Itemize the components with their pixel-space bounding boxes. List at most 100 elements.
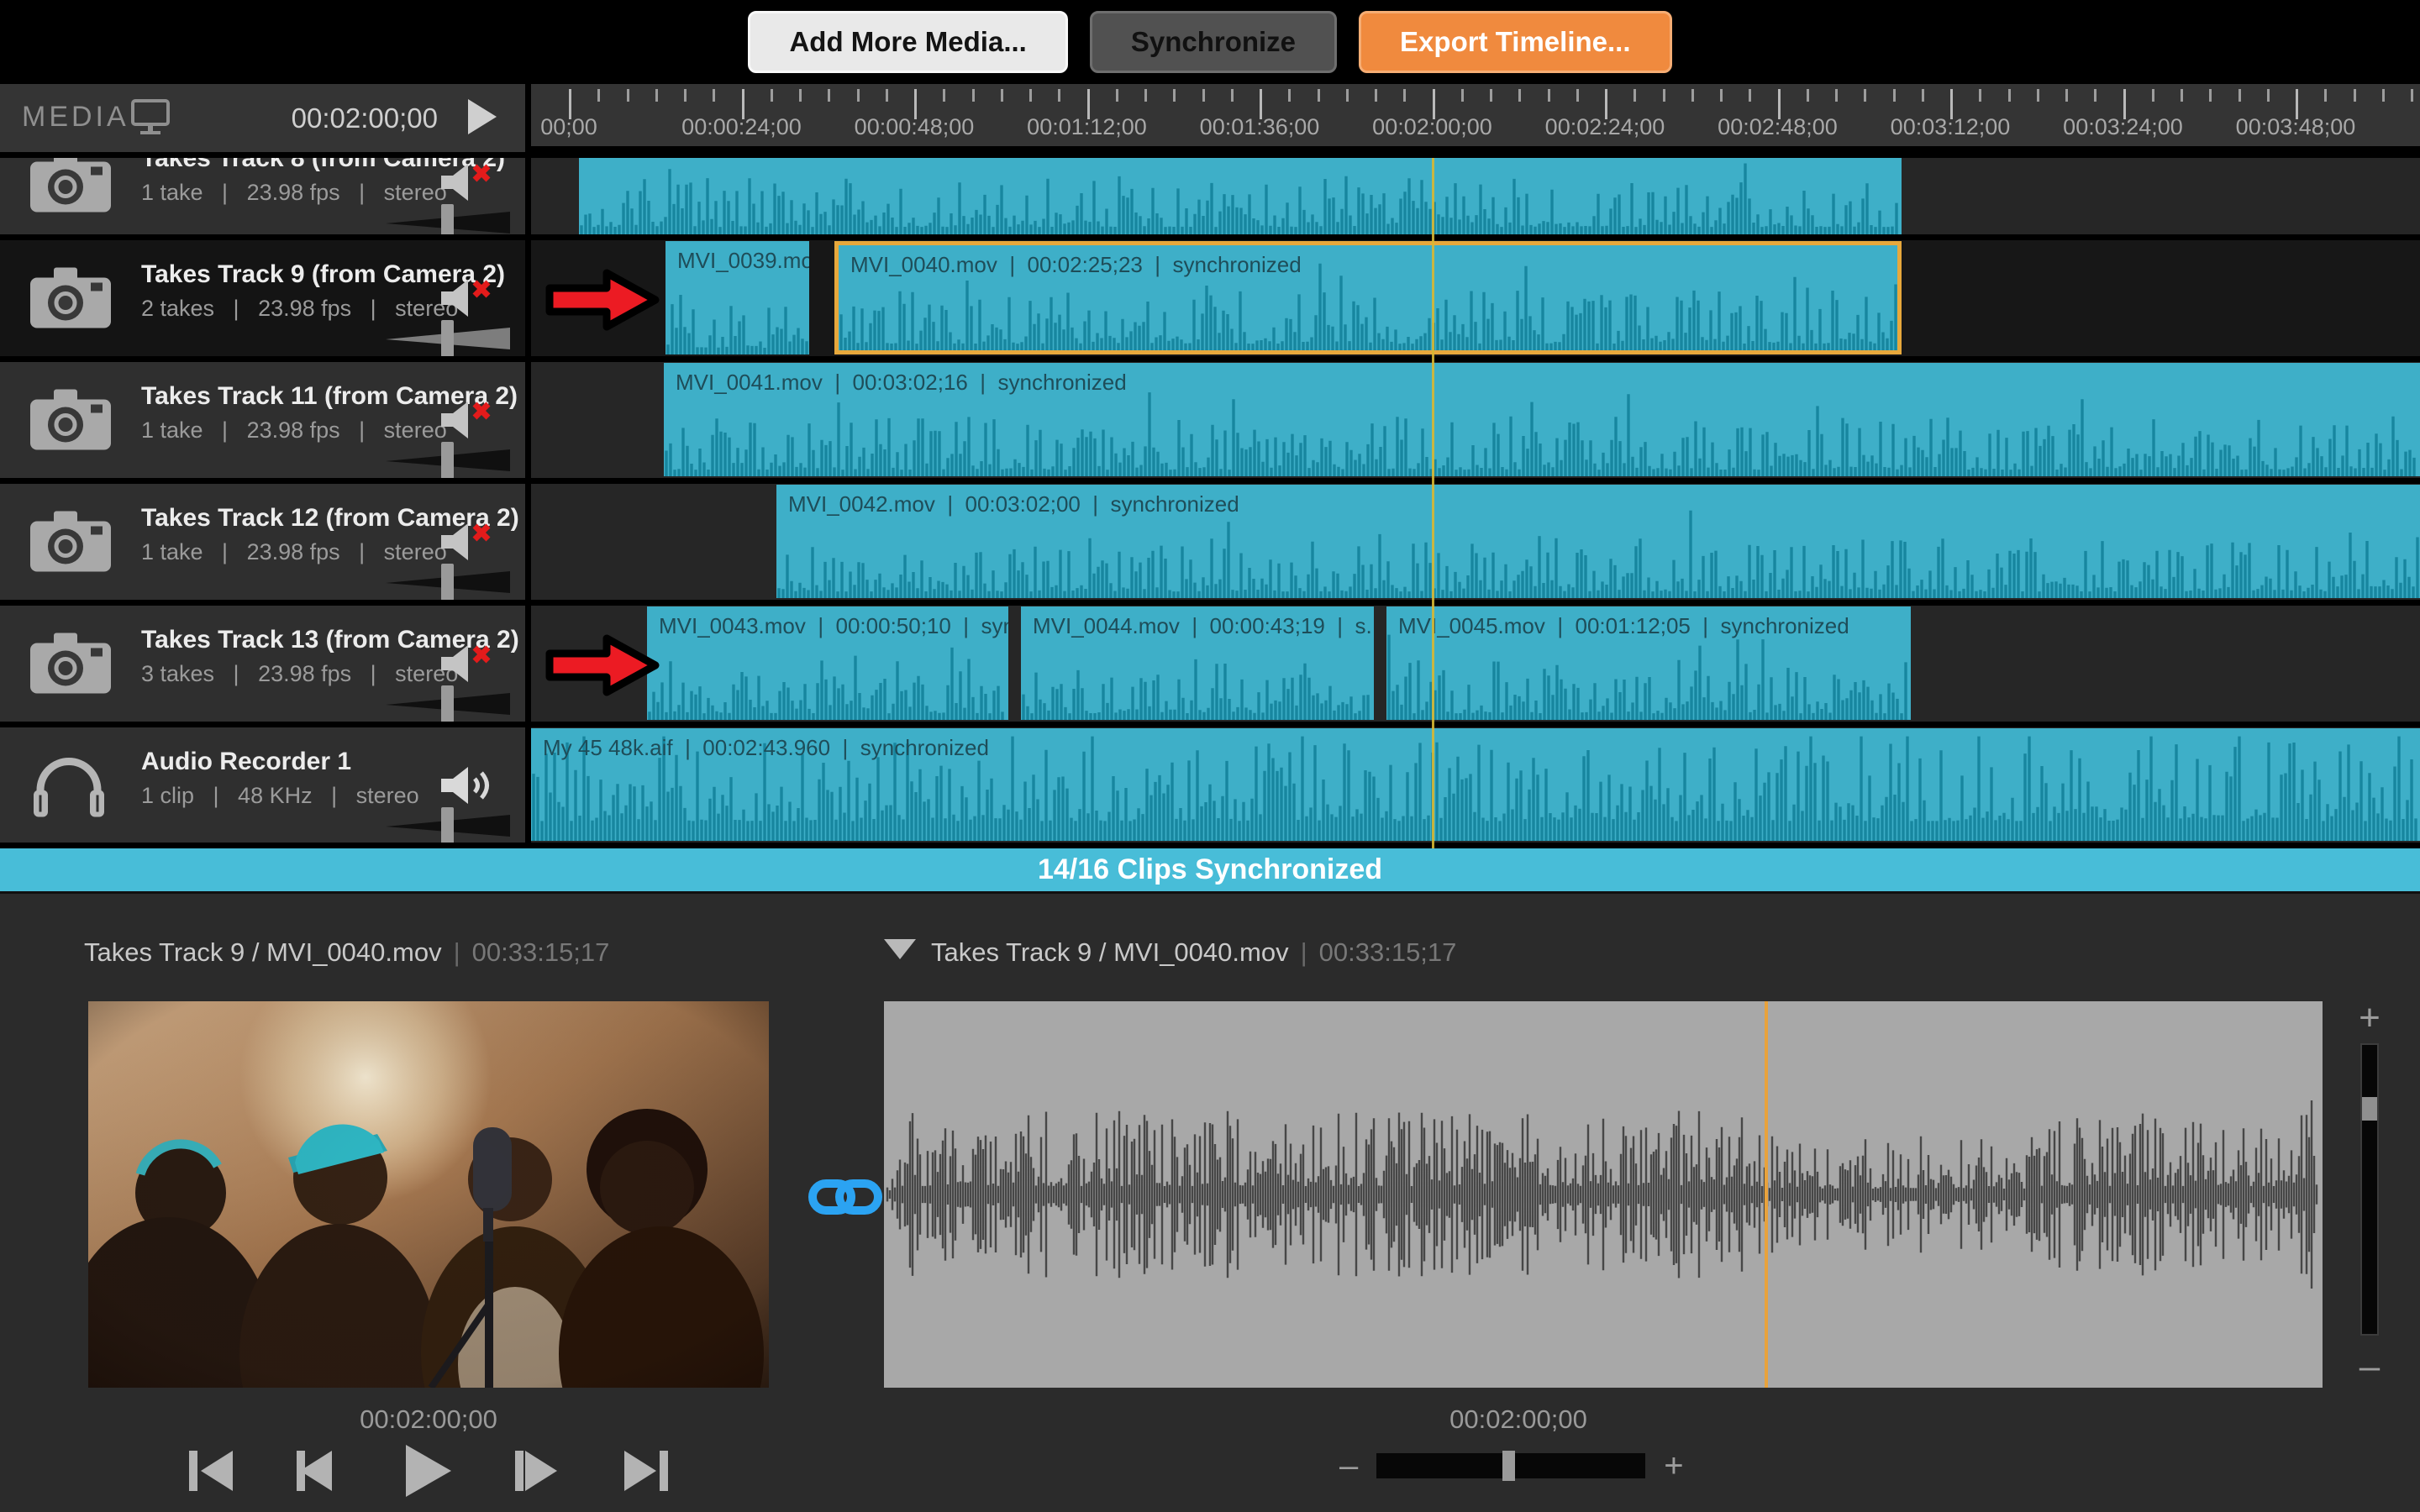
timeline-clip[interactable]: MVI_0041.mov | 00:03:02;16 | synchronize… [664,363,2420,476]
timeline-clip[interactable]: MVI_0044.mov | 00:00:43;19 | s... [1021,606,1374,720]
zoom-out-button[interactable]: – [1339,1447,1358,1485]
ruler-label: 00:02:48;00 [1718,114,1838,140]
waveform-playhead[interactable] [1765,1001,1768,1388]
vertical-zoom-handle[interactable] [2362,1097,2377,1121]
ruler-tick [1029,89,1032,102]
track-lane[interactable]: My 45 48k.aif | 00:02:43.960 | synchroni… [531,727,2420,843]
sync-status-text: 14/16 Clips Synchronized [1038,853,1382,886]
volume-handle[interactable] [441,685,454,722]
track-lane[interactable] [531,158,2420,234]
mute-icon[interactable] [439,766,507,805]
volume-handle[interactable] [441,564,454,600]
track-details: 3 takes | 23.98 fps | stereo [141,661,458,687]
volume-slider[interactable] [386,204,510,234]
ruler-tick [828,89,830,102]
ruler-tick [1576,89,1579,102]
ruler-tick [1058,89,1060,102]
add-more-media-button[interactable]: Add More Media... [748,11,1067,73]
ruler-tick [2094,89,2096,102]
clip-label: MVI_0043.mov | 00:00:50;10 | synchr... [659,613,1008,639]
track-lane[interactable]: MVI_0043.mov | 00:00:50;10 | synchr... MV… [531,606,2420,722]
track-type-icon [30,387,111,459]
ruler-label: 00:03:48;00 [2236,114,2356,140]
ruler-tick [1893,89,1896,102]
track-row: Takes Track 8 (from Camera 2) 1 take | 2… [0,158,2420,240]
vertical-zoom-slider[interactable] [2360,1043,2379,1336]
track-header[interactable]: Takes Track 11 (from Camera 2) 1 take | … [0,362,531,478]
sync-status-bar: 14/16 Clips Synchronized [0,848,2420,894]
ruler-tick [2037,89,2039,102]
track-header[interactable]: Takes Track 8 (from Camera 2) 1 take | 2… [0,158,531,234]
timeline-clip[interactable]: MVI_0039.mo.. [666,241,809,354]
track-row: Takes Track 11 (from Camera 2) 1 take | … [0,362,2420,484]
video-preview [88,1001,769,1388]
link-icon[interactable] [808,1176,882,1218]
timeline-clip[interactable]: MVI_0043.mov | 00:00:50;10 | synchr... [647,606,1008,720]
timeline-playhead[interactable] [1432,158,1434,848]
ruler-tick [1490,89,1492,102]
volume-handle[interactable] [441,204,454,234]
waveform-panel[interactable] [884,1001,2323,1388]
go-to-end-button[interactable] [623,1447,670,1494]
volume-handle[interactable] [441,320,454,356]
ruler-tick [2411,89,2413,102]
track-details: 1 take | 23.98 fps | stereo [141,180,447,206]
ruler-label: 00:03:12;00 [1891,114,2011,140]
volume-handle[interactable] [441,807,454,843]
track-header[interactable]: Audio Recorder 1 1 clip | 48 KHz | stere… [0,727,531,843]
ruler-label: 00:00:24;00 [681,114,802,140]
track-lane[interactable]: MVI_0041.mov | 00:03:02;16 | synchronize… [531,362,2420,478]
timeline-clip[interactable]: MVI_0042.mov | 00:03:02;00 | synchronize… [776,485,2420,598]
export-timeline-button[interactable]: Export Timeline... [1359,11,1671,73]
volume-slider[interactable] [386,442,510,478]
play-transport-button[interactable] [406,1445,451,1497]
volume-slider[interactable] [386,320,510,356]
clip-label: MVI_0041.mov | 00:03:02;16 | synchronize… [676,370,1127,396]
zoom-in-button[interactable]: + [1664,1447,1683,1485]
track-header[interactable]: Takes Track 12 (from Camera 2) 1 take | … [0,484,531,600]
zoom-out-vertical-button[interactable]: – [2349,1346,2390,1388]
synchronize-button[interactable]: Synchronize [1090,11,1337,73]
volume-slider[interactable] [386,564,510,600]
timeline-clip[interactable] [579,158,1902,234]
chevron-down-icon[interactable] [884,939,916,959]
horizontal-zoom-control: – + [1339,1446,1734,1485]
ruler-tick [1461,89,1464,102]
mute-icon[interactable] [439,644,507,683]
volume-handle[interactable] [441,442,454,478]
mute-icon[interactable] [439,163,507,202]
timeline-clip[interactable]: My 45 48k.aif | 00:02:43.960 | synchroni… [531,728,2420,841]
step-forward-button[interactable] [513,1447,560,1494]
go-to-start-button[interactable] [187,1447,234,1494]
zoom-in-vertical-button[interactable]: + [2349,1001,2390,1035]
clip-label: MVI_0039.mo.. [677,248,809,274]
horizontal-zoom-slider[interactable] [1376,1453,1645,1478]
timeline-clip[interactable]: MVI_0045.mov | 00:01:12;05 | synchronize… [1386,606,1911,720]
mute-icon[interactable] [439,401,507,439]
step-back-button[interactable] [297,1447,344,1494]
timeline-clip[interactable]: MVI_0040.mov | 00:02:25;23 | synchronize… [834,241,1902,354]
track-header[interactable]: Takes Track 13 (from Camera 2) 3 takes |… [0,606,531,722]
ruler-tick [943,89,945,102]
track-lane[interactable]: MVI_0042.mov | 00:03:02;00 | synchronize… [531,484,2420,600]
volume-slider[interactable] [386,685,510,722]
track-header[interactable]: Takes Track 9 (from Camera 2) 2 takes | … [0,240,531,356]
play-button[interactable] [468,99,497,134]
clip-label: My 45 48k.aif | 00:02:43.960 | synchroni… [543,735,989,761]
ruler-tick [1231,89,1234,102]
ruler-tick [1375,89,1377,102]
mute-icon[interactable] [439,279,507,318]
mute-icon[interactable] [439,522,507,561]
track-lane[interactable]: MVI_0039.mo.. MVI_0040.mov | 00:02:25;23 … [531,240,2420,356]
ruler-tick [1288,89,1291,102]
timeline-ruler[interactable]: 00;0000:00:24;0000:00:48;0000:01:12;0000… [531,84,2420,146]
ruler-tick [2181,89,2183,102]
horizontal-zoom-handle[interactable] [1502,1451,1515,1481]
ruler-tick [1144,89,1147,102]
clip-label: MVI_0042.mov | 00:03:02;00 | synchronize… [788,491,1239,517]
volume-slider[interactable] [386,807,510,843]
track-type-icon [30,753,108,824]
ruler-tick [1403,89,1406,102]
ruler-tick [597,89,600,102]
ruler-tick [2354,89,2356,102]
